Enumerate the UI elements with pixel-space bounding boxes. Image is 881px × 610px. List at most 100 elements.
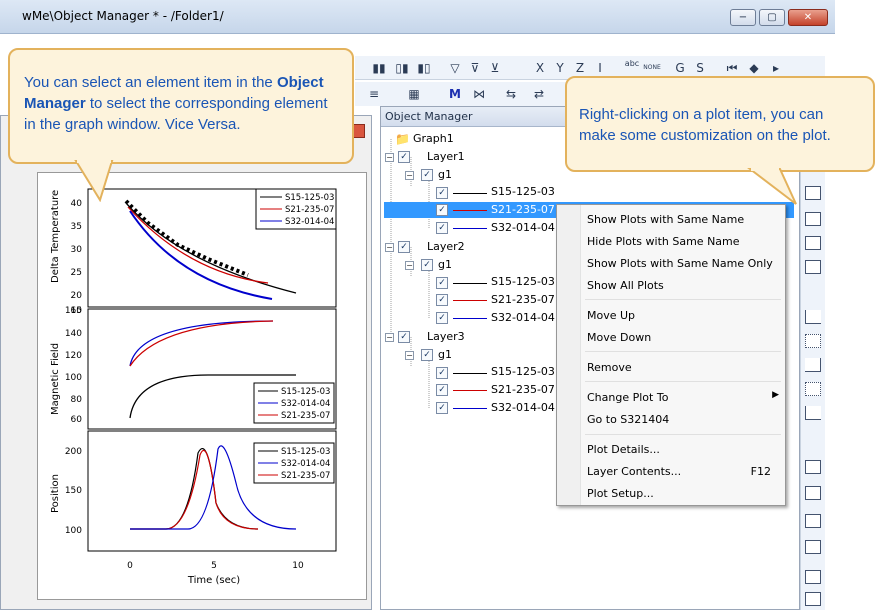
axis-right-icon[interactable] <box>805 358 821 372</box>
expand-icon[interactable]: − <box>385 243 394 252</box>
g-button[interactable]: G <box>673 59 687 77</box>
tree-plot[interactable]: S32-014-04 <box>491 401 555 414</box>
expand-icon[interactable]: − <box>385 333 394 342</box>
swap-icon[interactable]: ⇄ <box>531 85 547 103</box>
plot-checkbox[interactable]: ✓ <box>436 367 448 379</box>
menu-show-all[interactable]: Show All Plots <box>587 279 664 292</box>
filter-edit-icon[interactable]: ⊻ <box>487 59 503 77</box>
line-style-icon[interactable]: ≡ <box>365 85 383 103</box>
tree-plot[interactable]: S21-235-07 <box>491 383 555 396</box>
l1-series-s21[interactable] <box>127 206 269 284</box>
l1-legend-entry: S32-014-04 <box>285 217 334 227</box>
layer-checkbox[interactable]: ✓ <box>398 151 410 163</box>
close-button[interactable]: ✕ <box>788 9 828 26</box>
l3-series-s21[interactable] <box>130 449 259 530</box>
stack-vertical-icon[interactable] <box>805 540 821 554</box>
filter-clear-icon[interactable]: ⊽ <box>467 59 483 77</box>
plot-checkbox[interactable]: ✓ <box>436 187 448 199</box>
layer-checkbox[interactable]: ✓ <box>398 331 410 343</box>
menu-move-down[interactable]: Move Down <box>587 331 651 344</box>
column-chart-icon[interactable]: ▯▮ <box>393 59 411 77</box>
align-icon[interactable] <box>805 486 821 500</box>
expand-icon[interactable]: − <box>405 261 414 270</box>
layer3[interactable]: Position 200 150 100 S15-125-03 S32-014-… <box>50 430 337 586</box>
layer-checkbox[interactable]: ✓ <box>398 241 410 253</box>
tree-plot[interactable]: S32-014-04 <box>491 311 555 324</box>
plot-checkbox[interactable]: ✓ <box>436 402 448 414</box>
tile-icon[interactable] <box>805 570 821 584</box>
l3-series-s15[interactable] <box>130 447 259 530</box>
expand-icon[interactable]: − <box>405 171 414 180</box>
table-icon[interactable]: ▦ <box>405 85 423 103</box>
tree-plot[interactable]: S15-125-03 <box>491 185 555 198</box>
menu-plot-details[interactable]: Plot Details... <box>587 443 660 456</box>
arrange-layers-icon[interactable] <box>805 460 821 474</box>
tree-plot[interactable]: S15-125-03 <box>491 275 555 288</box>
tree-group[interactable]: g1 <box>438 168 452 181</box>
tile-bottom-icon[interactable] <box>805 592 821 606</box>
next-icon[interactable]: ▸ <box>769 59 783 77</box>
swap-layer-icon[interactable] <box>805 260 821 274</box>
l1-series-s32[interactable] <box>129 210 273 300</box>
l2-series-s21[interactable] <box>129 320 274 367</box>
arrange-icon[interactable]: ⇆ <box>503 85 519 103</box>
unmerge-icon[interactable]: ⋈ <box>471 85 487 103</box>
tree-layer2[interactable]: Layer2 <box>427 240 465 253</box>
plot-checkbox[interactable]: ✓ <box>436 384 448 396</box>
y-button[interactable]: Y <box>553 59 567 77</box>
s-button[interactable]: S <box>693 59 707 77</box>
frame-icon[interactable] <box>805 334 821 348</box>
layer1[interactable]: Delta Temperature 40 35 30 25 20 15 S15-… <box>50 188 337 316</box>
tree-layer3[interactable]: Layer3 <box>427 330 465 343</box>
menu-show-same-name-only[interactable]: Show Plots with Same Name Only <box>587 257 773 270</box>
plot-checkbox[interactable]: ✓ <box>436 294 448 306</box>
graph-page[interactable]: Delta Temperature 40 35 30 25 20 15 S15-… <box>37 172 367 600</box>
tree-group[interactable]: g1 <box>438 348 452 361</box>
menu-remove[interactable]: Remove <box>587 361 632 374</box>
menu-plot-setup[interactable]: Plot Setup... <box>587 487 654 500</box>
tree-graph[interactable]: Graph1 <box>413 132 454 145</box>
plot-checkbox[interactable]: ✓ <box>436 204 448 216</box>
group-checkbox[interactable]: ✓ <box>421 169 433 181</box>
tree-plot[interactable]: S32-014-04 <box>491 221 555 234</box>
tree-plot[interactable]: S21-235-07 <box>491 293 555 306</box>
menu-show-same-name[interactable]: Show Plots with Same Name <box>587 213 744 226</box>
axis-icon[interactable] <box>805 310 821 324</box>
none-label-button[interactable]: NONE <box>641 59 663 77</box>
menu-layer-contents[interactable]: Layer Contents... <box>587 465 681 478</box>
bar-chart-icon[interactable]: ▮▮ <box>370 59 388 77</box>
group-checkbox[interactable]: ✓ <box>421 259 433 271</box>
rescale-icon[interactable] <box>805 186 821 200</box>
tree-plot[interactable]: S15-125-03 <box>491 365 555 378</box>
layer-icon[interactable] <box>805 212 821 226</box>
i-button[interactable]: I <box>593 59 607 77</box>
menu-change-plot-to[interactable]: Change Plot To <box>587 391 668 404</box>
grid-icon[interactable] <box>805 236 821 250</box>
plot-checkbox[interactable]: ✓ <box>436 222 448 234</box>
stack-icon[interactable] <box>805 514 821 528</box>
group-checkbox[interactable]: ✓ <box>421 349 433 361</box>
merge-icon[interactable]: M <box>447 85 463 103</box>
maximize-button[interactable]: ▢ <box>759 9 785 26</box>
tree-group[interactable]: g1 <box>438 258 452 271</box>
menu-hide-same-name[interactable]: Hide Plots with Same Name <box>587 235 740 248</box>
plot-checkbox[interactable]: ✓ <box>436 277 448 289</box>
abc-label-button[interactable]: abc <box>621 59 643 77</box>
expand-icon[interactable]: − <box>405 351 414 360</box>
expand-icon[interactable]: − <box>385 153 394 162</box>
frame-dotted-icon[interactable] <box>805 382 821 396</box>
first-icon[interactable]: ⏮ <box>725 59 739 77</box>
axis-break-icon[interactable] <box>805 406 821 420</box>
x-button[interactable]: X <box>533 59 547 77</box>
minimize-button[interactable]: − <box>730 9 756 26</box>
menu-go-to[interactable]: Go to S321404 <box>587 413 669 426</box>
tree-plot-selected[interactable]: S21-235-07 <box>491 203 555 216</box>
menu-move-up[interactable]: Move Up <box>587 309 635 322</box>
z-button[interactable]: Z <box>573 59 587 77</box>
plot-checkbox[interactable]: ✓ <box>436 312 448 324</box>
tree-layer1[interactable]: Layer1 <box>427 150 465 163</box>
filter-icon[interactable]: ▽ <box>447 59 463 77</box>
layer2[interactable]: Magnetic Field 160 140 120 100 80 60 S15… <box>50 306 337 430</box>
histogram-icon[interactable]: ▮▯ <box>415 59 433 77</box>
prev-icon[interactable]: ◆ <box>747 59 761 77</box>
